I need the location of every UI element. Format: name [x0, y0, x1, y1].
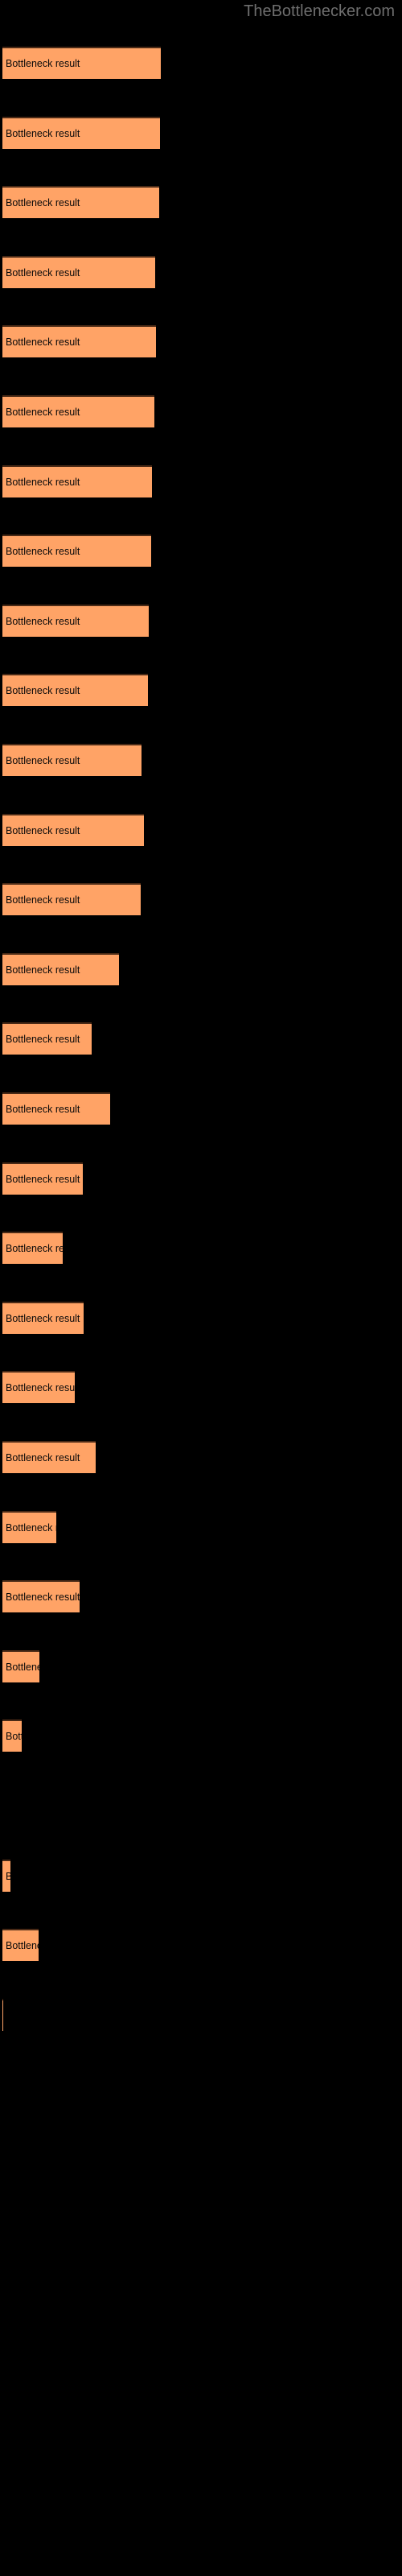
bar-label-clip: Bottleneck result: [2, 1371, 75, 1403]
bar-row[interactable]: Bottleneck result: [2, 883, 141, 915]
bar-label-clip: Bottleneck result: [2, 186, 159, 218]
bar-row[interactable]: Bottleneck result: [2, 1790, 3, 1822]
bar-row[interactable]: Bottleneck result: [2, 395, 154, 427]
bar-row[interactable]: Bottleneck result: [2, 1929, 39, 1961]
bar-row[interactable]: Bottleneck result: [2, 465, 152, 497]
bar-row[interactable]: Bottleneck result: [2, 1022, 92, 1055]
bar-row[interactable]: Bottleneck result: [2, 605, 149, 637]
bar-label: Bottleneck result: [6, 964, 80, 976]
bar-row[interactable]: Bottleneck result: [2, 1860, 10, 1892]
bar-label: Bottleneck result: [6, 267, 80, 279]
bar-label: Bottleneck result: [6, 825, 80, 836]
bar-row[interactable]: Bottleneck result: [2, 1302, 84, 1334]
bar-row[interactable]: Bottleneck result: [2, 1719, 22, 1752]
bar-label-clip: Bottleneck result: [2, 256, 155, 288]
bar-label-clip: Bottleneck result: [2, 814, 144, 846]
bar-label: Bottleneck result: [6, 1662, 39, 1673]
bar-label-clip: Bottleneck result: [2, 325, 156, 357]
bar-label-clip: Bottleneck result: [2, 1302, 84, 1334]
bar-label-clip: Bottleneck result: [2, 674, 148, 706]
bar-row[interactable]: Bottleneck result: [2, 953, 119, 985]
bar-label: Bottleneck result: [6, 894, 80, 906]
bar-label: Bottleneck result: [6, 1452, 80, 1463]
bar-label-clip: Bottleneck result: [2, 1232, 63, 1264]
bar-row[interactable]: Bottleneck result: [2, 186, 159, 218]
bar-row[interactable]: Bottleneck result: [2, 1162, 83, 1195]
bar-row[interactable]: Bottleneck result: [2, 744, 142, 776]
bar-label-clip: Bottleneck result: [2, 117, 160, 149]
bar-label-clip: Bottleneck result: [2, 395, 154, 427]
bar-label-clip: Bottleneck result: [2, 535, 151, 567]
bar-label-clip: Bottleneck result: [2, 1441, 96, 1473]
bar-row[interactable]: Bottleneck result: [2, 256, 155, 288]
bar-label: Bottleneck result: [6, 1174, 80, 1185]
bar-label: Bottleneck result: [6, 1940, 39, 1951]
bar-label-clip: Bottleneck result: [2, 1929, 39, 1961]
bottleneck-bar-chart: TheBottlenecker.com Bottleneck result Bot…: [0, 0, 402, 2576]
bar-label-clip: Bottleneck result: [2, 953, 119, 985]
bar-row[interactable]: Bottleneck result: [2, 1441, 96, 1473]
bar-row[interactable]: Bottleneck result: [2, 47, 161, 79]
bar-label-clip: Bottleneck result: [2, 605, 149, 637]
bar-label-clip: Bottleneck result: [2, 47, 161, 79]
bar-label-clip: Bottleneck result: [2, 883, 141, 915]
bar-row[interactable]: Bottleneck result: [2, 1999, 3, 2031]
site-title: TheBottlenecker.com: [244, 2, 395, 20]
bar-row[interactable]: Bottleneck result: [2, 674, 148, 706]
bar-label: Bottleneck result: [6, 477, 80, 488]
bar-label-clip: Bottleneck result: [2, 1719, 22, 1752]
bar-row[interactable]: Bottleneck result: [2, 535, 151, 567]
bar-label: Bottleneck result: [6, 336, 80, 348]
bar-row[interactable]: Bottleneck result: [2, 325, 156, 357]
bar-label: Bottleneck result: [6, 407, 80, 418]
bar-label: Bottleneck result: [6, 1243, 63, 1254]
bar-label-clip: Bottleneck result: [2, 465, 152, 497]
bar-label: Bottleneck result: [6, 616, 80, 627]
bar-label: Bottleneck result: [6, 1104, 80, 1115]
bar-label: Bottleneck result: [6, 755, 80, 766]
bar-row[interactable]: Bottleneck result: [2, 117, 160, 149]
bar-row[interactable]: Bottleneck result: [2, 814, 144, 846]
bar-label: Bottleneck result: [6, 546, 80, 557]
bar-label: Bottleneck result: [6, 685, 80, 696]
bar-label: Bottleneck result: [6, 128, 80, 139]
bar-label: Bottleneck result: [6, 1591, 80, 1603]
bar-label-clip: Bottleneck result: [2, 1092, 110, 1125]
bar-label-clip: Bottleneck result: [2, 1999, 3, 2031]
bar-label: Bottleneck result: [6, 1871, 10, 1882]
bar-row[interactable]: Bottleneck result: [2, 1650, 39, 1682]
bar-label-clip: Bottleneck result: [2, 744, 142, 776]
bar-label: Bottleneck result: [6, 1034, 80, 1045]
bar-row[interactable]: Bottleneck result: [2, 1371, 75, 1403]
bar-label-clip: Bottleneck result: [2, 1860, 10, 1892]
bar-label: Bottleneck result: [6, 197, 80, 208]
bar-label: Bottleneck result: [6, 58, 80, 69]
bar-label-clip: Bottleneck result: [2, 1650, 39, 1682]
bar-label-clip: Bottleneck result: [2, 1022, 92, 1055]
bar-label-clip: Bottleneck result: [2, 1580, 80, 1612]
bar-row[interactable]: Bottleneck result: [2, 1232, 63, 1264]
bar-row[interactable]: Bottleneck result: [2, 1580, 80, 1612]
bar-row[interactable]: Bottleneck result: [2, 1092, 110, 1125]
bar-row[interactable]: Bottleneck result: [2, 1511, 56, 1543]
bar-label-clip: Bottleneck result: [2, 1162, 83, 1195]
bar-label: Bottleneck result: [6, 1382, 75, 1393]
bar-label: Bottleneck result: [6, 1522, 56, 1534]
bar-label-clip: Bottleneck result: [2, 1511, 56, 1543]
bar-label: Bottleneck result: [6, 1313, 80, 1324]
bar-label: Bottleneck result: [6, 1731, 22, 1742]
